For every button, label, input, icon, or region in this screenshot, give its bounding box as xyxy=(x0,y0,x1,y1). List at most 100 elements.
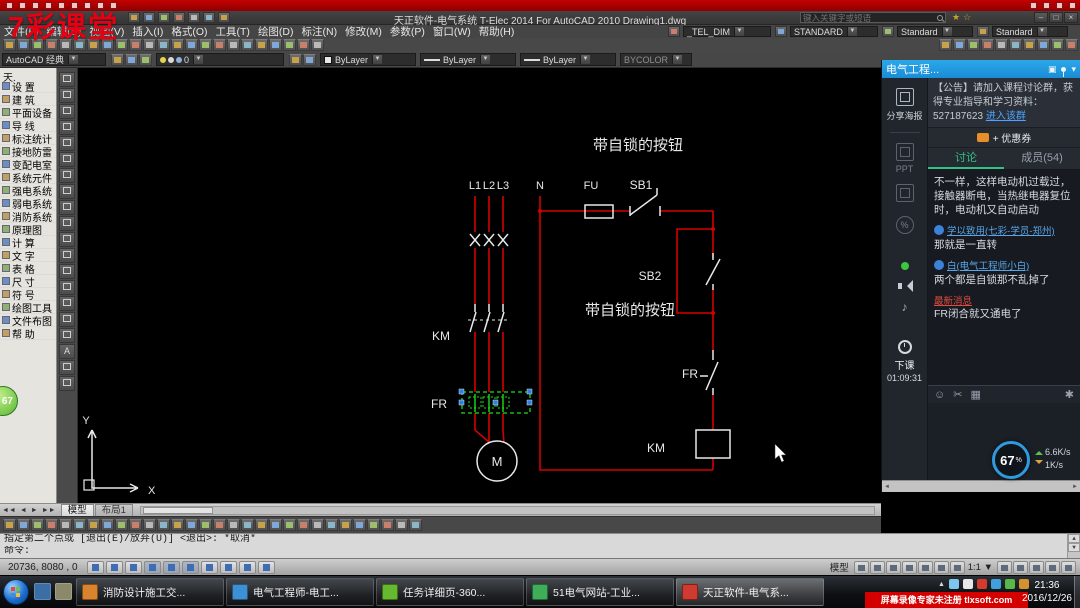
workspace-combo[interactable]: AutoCAD 经典 ▼ xyxy=(2,53,106,66)
tab-members[interactable]: 成员(54) xyxy=(1004,148,1080,169)
taskbar-app-1[interactable]: 消防设计施工交... xyxy=(76,578,224,606)
construction-line-icon[interactable] xyxy=(31,519,44,531)
layer-freeze-icon[interactable] xyxy=(168,56,174,63)
layer-properties-icon[interactable] xyxy=(289,53,302,66)
polar-toggle[interactable] xyxy=(143,560,161,574)
redo-icon[interactable] xyxy=(157,39,170,51)
ortho-toggle[interactable] xyxy=(124,560,142,574)
dim-style-icon[interactable] xyxy=(668,26,680,37)
mleader-style-combo[interactable]: Standard ▼ xyxy=(992,26,1068,37)
table-style-icon[interactable] xyxy=(882,26,894,37)
help-icon[interactable] xyxy=(311,39,324,51)
text-style-combo[interactable]: STANDARD ▼ xyxy=(790,26,878,37)
lwt-toggle[interactable] xyxy=(238,560,256,574)
courseware-icon[interactable] xyxy=(895,184,914,202)
message-author-link[interactable]: 白(电气工程师小白) xyxy=(947,258,1029,272)
search-input[interactable] xyxy=(803,12,937,23)
collapse-icon[interactable]: ▾ xyxy=(1071,64,1076,75)
insert-block-icon[interactable] xyxy=(59,248,75,263)
move-icon[interactable] xyxy=(339,519,352,531)
scroll-left-icon[interactable]: ◄ xyxy=(884,484,890,490)
menu-12[interactable]: 帮助(H) xyxy=(475,24,519,39)
share-poster-label[interactable]: 分享海报 xyxy=(886,109,922,122)
pan-tool-icon[interactable] xyxy=(901,560,917,574)
text-icon[interactable]: A xyxy=(59,344,75,359)
chevron-down-icon[interactable]: ▼ xyxy=(734,27,745,36)
linetype-combo[interactable]: ByLayer ▼ xyxy=(420,53,516,66)
zoom-window-icon[interactable] xyxy=(199,39,212,51)
help-search-box[interactable] xyxy=(800,12,946,23)
menu-7[interactable]: 绘图(D) xyxy=(254,24,298,39)
table-icon[interactable] xyxy=(241,519,254,531)
scrollbar-thumb[interactable] xyxy=(142,506,213,514)
toolbar-lock-icon[interactable] xyxy=(1045,560,1060,574)
recorder-minimize-icon[interactable] xyxy=(1030,2,1037,9)
layer-manager-icon[interactable] xyxy=(1009,39,1022,51)
gradient-icon[interactable] xyxy=(213,519,226,531)
zoom-tool-icon[interactable] xyxy=(917,560,933,574)
share-poster-icon[interactable] xyxy=(895,88,914,106)
annotation-autoscale-icon[interactable] xyxy=(1013,560,1028,574)
taskbar-app-3[interactable]: 任务详细页-360... xyxy=(376,578,524,606)
match-properties-icon[interactable] xyxy=(129,39,142,51)
snap-toggle[interactable] xyxy=(86,560,104,574)
coupon-row[interactable]: + 优惠券 xyxy=(928,128,1080,148)
undo-icon[interactable] xyxy=(143,39,156,51)
options-icon[interactable] xyxy=(1065,39,1078,51)
quick-launch-2-icon[interactable] xyxy=(55,583,72,600)
chat-message-list[interactable]: 不一样，这样电动机过载过，接触器断电，当热继电器复位时，电动机又自动启动 学以致用… xyxy=(928,170,1080,385)
emoji-icon[interactable]: ☺ xyxy=(934,389,945,401)
recorder-close-icon[interactable] xyxy=(1069,2,1076,9)
stretch-icon[interactable] xyxy=(381,519,394,531)
scale-icon[interactable] xyxy=(367,519,380,531)
maximize-button[interactable]: □ xyxy=(1049,12,1063,23)
grid-toggle[interactable] xyxy=(105,560,123,574)
point-icon[interactable] xyxy=(185,519,198,531)
design-center-icon[interactable] xyxy=(241,39,254,51)
menu-8[interactable]: 标注(N) xyxy=(298,24,342,39)
line-icon[interactable] xyxy=(17,519,30,531)
annotation-scale[interactable]: 1:1 ▼ xyxy=(965,562,996,573)
spline-icon[interactable] xyxy=(59,200,75,215)
markup-set-manager-icon[interactable] xyxy=(283,39,296,51)
menu-5[interactable]: 格式(O) xyxy=(167,24,211,39)
region-icon[interactable] xyxy=(59,328,75,343)
array-icon[interactable] xyxy=(325,519,338,531)
copy-icon[interactable] xyxy=(283,519,296,531)
zoom-previous-icon[interactable] xyxy=(213,39,226,51)
revision-cloud-icon[interactable] xyxy=(115,519,128,531)
clean-screen-icon[interactable] xyxy=(1061,560,1076,574)
taskbar-app-2[interactable]: 电气工程师-电工... xyxy=(226,578,374,606)
properties-icon[interactable] xyxy=(227,39,240,51)
quick-calc-icon[interactable] xyxy=(297,39,310,51)
horizontal-scrollbar[interactable] xyxy=(139,505,875,515)
lineweight-combo[interactable]: ByLayer ▼ xyxy=(520,53,616,66)
mirror-icon[interactable] xyxy=(297,519,310,531)
workspace-switching-icon[interactable] xyxy=(1029,560,1044,574)
network-ball[interactable]: 67% xyxy=(992,441,1030,479)
extend-icon[interactable] xyxy=(409,519,422,531)
tray-icon-2[interactable] xyxy=(962,579,973,589)
dim-angular-icon[interactable] xyxy=(967,39,980,51)
ellipse-icon[interactable] xyxy=(59,216,75,231)
make-block-icon[interactable] xyxy=(171,519,184,531)
scroll-down-icon[interactable]: ▼ xyxy=(1068,543,1080,552)
rectangle-icon[interactable] xyxy=(73,519,86,531)
insert-block-icon[interactable] xyxy=(1037,39,1050,51)
tab-nav-2-icon[interactable]: ◄ xyxy=(18,507,29,514)
layer-combo[interactable]: 0 ▼ xyxy=(156,53,284,66)
hatch-icon[interactable] xyxy=(59,296,75,311)
circle-icon[interactable] xyxy=(59,168,75,183)
tab-nav-3-icon[interactable]: ► xyxy=(29,507,40,514)
tab-nav-4-icon[interactable]: ►► xyxy=(40,507,58,514)
layer-lock-icon[interactable] xyxy=(176,56,182,63)
menu-9[interactable]: 修改(M) xyxy=(341,24,386,39)
menu-10[interactable]: 参数(P) xyxy=(386,24,429,39)
chevron-down-icon[interactable]: ▼ xyxy=(846,27,857,36)
text-style-icon[interactable] xyxy=(775,26,787,37)
coupon-label[interactable]: + 优惠券 xyxy=(993,130,1032,145)
multiline-text-icon[interactable] xyxy=(995,39,1008,51)
tray-icon-4[interactable] xyxy=(990,579,1001,589)
layer-on-icon[interactable] xyxy=(160,56,166,63)
spline-icon[interactable] xyxy=(129,519,142,531)
